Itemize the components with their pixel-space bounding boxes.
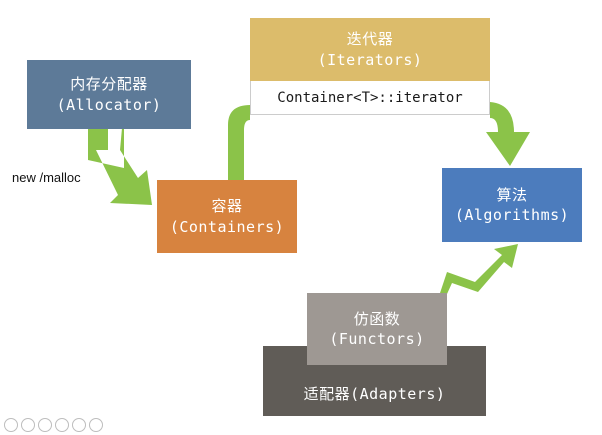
iterator-type-label: Container<T>::iterator	[250, 81, 490, 115]
algorithms-box: 算法 (Algorithms)	[442, 168, 582, 242]
new-malloc-note: new /malloc	[12, 170, 81, 185]
back-icon[interactable]	[4, 418, 18, 432]
adapters-label: 适配器(Adapters)	[303, 384, 446, 403]
functors-box: 仿函数 (Functors)	[307, 293, 447, 365]
zoom-icon[interactable]	[72, 418, 86, 432]
edit-icon[interactable]	[38, 418, 52, 432]
print-icon[interactable]	[55, 418, 69, 432]
functors-zh: 仿函数	[353, 309, 401, 328]
iterators-box: 迭代器 (Iterators)	[250, 18, 490, 81]
allocator-zh: 内存分配器	[70, 75, 148, 94]
more-icon[interactable]	[89, 418, 103, 432]
iterators-zh: 迭代器	[346, 30, 394, 49]
allocator-box: 内存分配器 (Allocator)	[27, 60, 191, 129]
containers-zh: 容器	[211, 197, 243, 216]
viewer-toolbar	[4, 418, 103, 432]
containers-box: 容器 (Containers)	[157, 180, 297, 253]
forward-icon[interactable]	[21, 418, 35, 432]
allocator-en: (Allocator)	[56, 95, 162, 114]
iterators-en: (Iterators)	[317, 50, 423, 69]
algorithms-zh: 算法	[496, 185, 528, 204]
functors-en: (Functors)	[329, 330, 425, 348]
algorithms-en: (Algorithms)	[454, 206, 570, 224]
arrow-allocator-to-containers	[88, 128, 152, 205]
stl-diagram: 内存分配器 (Allocator) new /malloc 迭代器 (Itera…	[0, 0, 602, 435]
containers-en: (Containers)	[169, 217, 285, 236]
